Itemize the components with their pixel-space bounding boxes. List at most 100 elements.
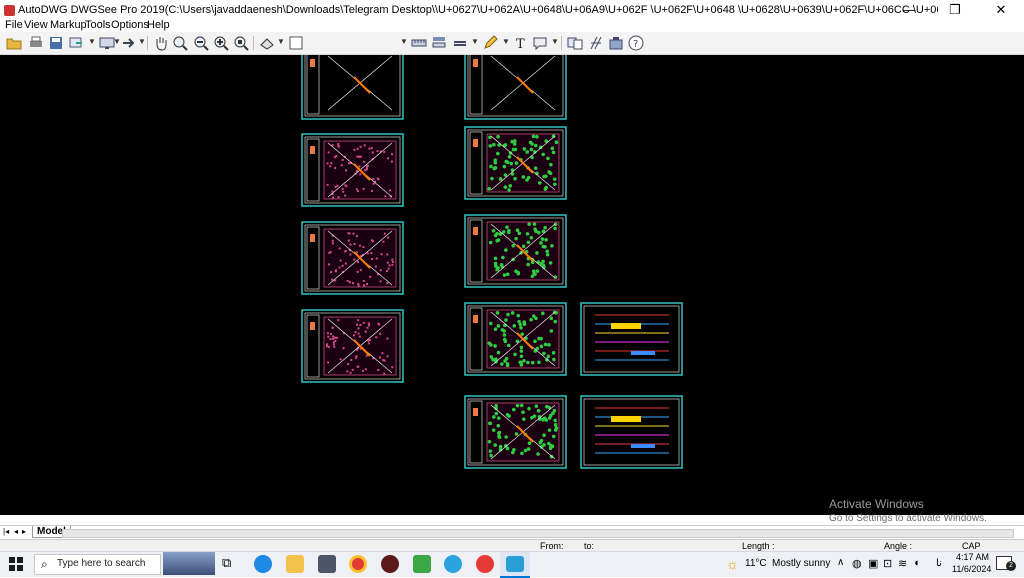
plan-mark xyxy=(337,143,340,146)
windows-start-icon[interactable] xyxy=(9,557,23,571)
layer-icon[interactable] xyxy=(259,35,275,51)
tree-mark xyxy=(533,272,537,276)
tree-mark xyxy=(547,416,552,420)
chevron-down-icon[interactable]: ▼ xyxy=(277,37,285,46)
chevron-down-icon[interactable]: ▼ xyxy=(113,37,121,46)
menu-file[interactable]: File xyxy=(5,19,23,31)
notification-icon[interactable]: 2 xyxy=(996,556,1016,571)
tree-mark xyxy=(491,228,496,233)
plan-mark xyxy=(383,232,386,235)
plan-mark xyxy=(333,345,336,348)
drawing-canvas[interactable] xyxy=(0,55,1024,515)
plan-mark xyxy=(368,339,371,342)
language-indicator[interactable]: نا xyxy=(936,558,942,569)
plan-mark xyxy=(388,264,391,267)
menu-help[interactable]: Help xyxy=(147,19,170,31)
text-icon[interactable]: T xyxy=(513,35,529,51)
plan-mark xyxy=(355,169,358,172)
plan-mark xyxy=(368,324,371,327)
menu-markup[interactable]: Markup xyxy=(50,19,87,31)
tree-mark xyxy=(493,160,498,165)
pan-hand-icon[interactable] xyxy=(153,35,169,51)
chevron-down-icon[interactable]: ▼ xyxy=(502,37,510,46)
tab-first-icon[interactable]: |◂ xyxy=(3,527,9,536)
comment-icon[interactable] xyxy=(532,35,548,51)
tree-mark xyxy=(553,226,557,231)
edge-icon[interactable] xyxy=(254,555,272,573)
hatch-icon[interactable] xyxy=(588,35,604,51)
arrow-right-icon[interactable] xyxy=(121,35,137,51)
wifi-icon[interactable]: ≋ xyxy=(898,557,907,570)
plan-mark xyxy=(326,332,329,335)
app-p-icon[interactable] xyxy=(476,555,494,573)
line-icon[interactable] xyxy=(452,35,468,51)
title-block-logo xyxy=(473,139,478,147)
tray-monitor-icon[interactable]: ⊡ xyxy=(883,557,892,570)
app-green-icon[interactable] xyxy=(413,555,431,573)
plan-mark xyxy=(340,164,343,167)
tab-next-icon[interactable]: ▸ xyxy=(22,527,26,536)
chevron-down-icon[interactable]: ▼ xyxy=(138,37,146,46)
pen-icon[interactable] xyxy=(482,35,498,51)
zoom-realtime-icon[interactable] xyxy=(172,35,188,51)
tree-mark xyxy=(515,228,520,233)
chevron-down-icon[interactable]: ▼ xyxy=(471,37,479,46)
plan-mark xyxy=(334,166,337,169)
save-icon[interactable] xyxy=(48,35,64,51)
zoom-in-icon[interactable] xyxy=(213,35,229,51)
toolbar: ▼ ▼ ▼ ▼ 0 ▼ ▼ ▼ T ▼ ? xyxy=(0,32,1024,84)
convert-icon[interactable] xyxy=(608,35,624,51)
open-folder-icon[interactable] xyxy=(6,35,22,51)
tree-mark xyxy=(540,237,545,241)
volume-icon[interactable]: ◖ xyxy=(913,557,920,569)
plan-mark xyxy=(345,169,348,172)
plan-mark xyxy=(357,284,360,287)
help-icon[interactable]: ? xyxy=(628,35,644,51)
clock-date[interactable]: 11/6/2024 xyxy=(952,564,991,574)
zoom-out-icon[interactable] xyxy=(193,35,209,51)
menu-view[interactable]: View xyxy=(24,19,48,31)
stack-icon[interactable] xyxy=(431,35,447,51)
print-icon[interactable] xyxy=(28,35,44,51)
export-icon[interactable] xyxy=(68,35,84,51)
tree-mark xyxy=(505,363,510,368)
task-view-icon[interactable]: ⧉ xyxy=(222,555,240,573)
tree-mark xyxy=(514,236,518,241)
tab-prev-icon[interactable]: ◂ xyxy=(14,527,18,536)
tree-mark xyxy=(527,406,531,411)
toolbar-separator xyxy=(561,36,562,50)
tree-mark xyxy=(513,352,517,357)
tree-mark xyxy=(517,231,522,236)
mail-icon[interactable] xyxy=(318,555,336,573)
horizontal-scrollbar[interactable] xyxy=(62,529,1014,538)
tree-mark xyxy=(539,438,544,443)
menu-tools[interactable]: Tools xyxy=(85,19,111,31)
chevron-down-icon[interactable]: ▼ xyxy=(551,37,559,46)
dwgsee-taskbar-button[interactable] xyxy=(500,552,530,578)
chrome-icon[interactable] xyxy=(349,555,367,573)
building-mass xyxy=(516,76,534,94)
chevron-down-icon[interactable]: ▼ xyxy=(88,37,96,46)
app-red-icon[interactable] xyxy=(381,555,399,573)
tray-app-icon[interactable]: ▣ xyxy=(868,557,878,570)
chevron-up-icon[interactable]: ∧ xyxy=(837,557,844,568)
network-tray-icon[interactable]: ◍ xyxy=(852,557,862,570)
measure-icon[interactable] xyxy=(411,35,427,51)
zoom-extents-icon[interactable] xyxy=(233,35,249,51)
menu-options[interactable]: Options xyxy=(111,19,149,31)
taskbar-search-box[interactable]: ⌕ Type here to search xyxy=(34,554,161,575)
telegram-icon[interactable] xyxy=(444,555,462,573)
tree-mark xyxy=(539,261,544,266)
clock-time[interactable]: 4:17 AM xyxy=(956,552,989,562)
tree-mark xyxy=(497,431,501,436)
file-explorer-icon[interactable] xyxy=(286,555,304,573)
chevron-down-icon[interactable]: ▼ xyxy=(400,37,408,46)
layer-box-icon[interactable] xyxy=(288,35,304,51)
plan-mark xyxy=(364,330,367,333)
tab-bar: |◂ ◂ ▸ Model xyxy=(0,525,1024,540)
tree-mark xyxy=(499,262,504,267)
tree-mark xyxy=(496,324,501,328)
compare-icon[interactable] xyxy=(567,35,583,51)
tree-mark xyxy=(553,418,557,423)
plan-mark xyxy=(344,194,347,197)
